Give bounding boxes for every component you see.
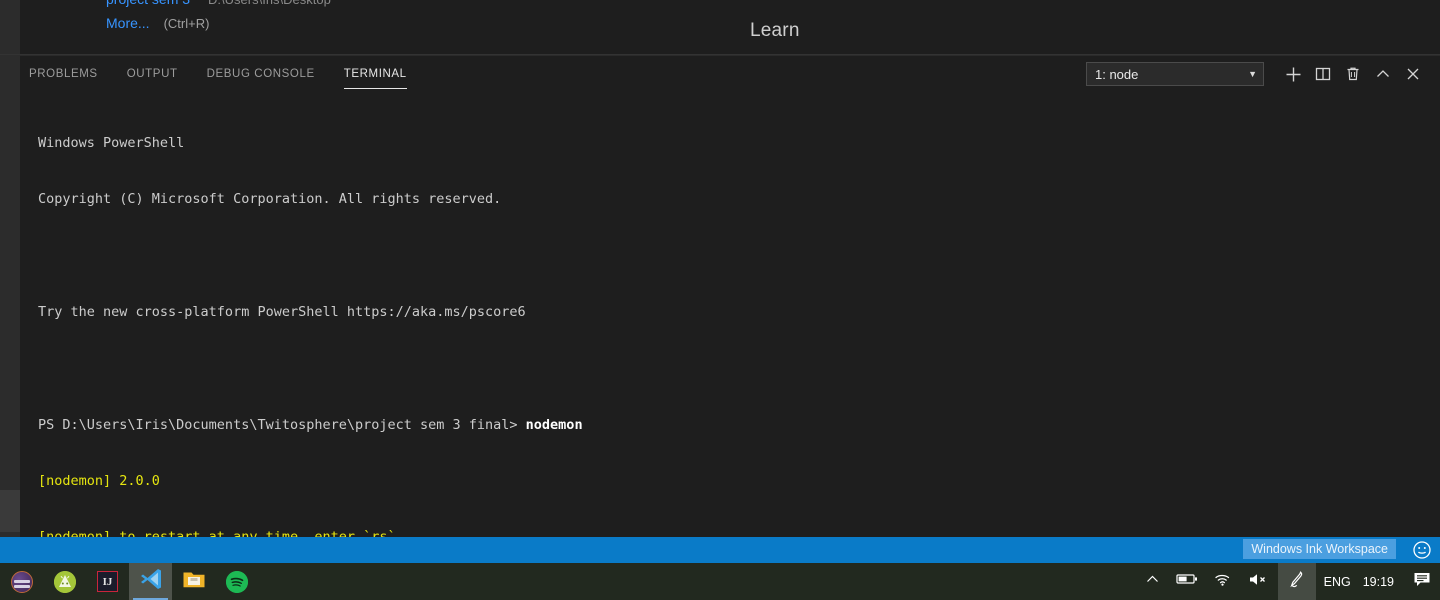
wifi-icon	[1214, 572, 1232, 592]
windows-ink-workspace-button[interactable]	[1277, 563, 1316, 600]
terminal-selector-dropdown[interactable]: 1: node ▼	[1086, 62, 1264, 86]
clock[interactable]: 19:19	[1359, 575, 1404, 589]
battery-icon	[1176, 572, 1198, 591]
panel-header: PROBLEMS OUTPUT DEBUG CONSOLE TERMINAL 1…	[20, 56, 1440, 92]
terminal-prompt: PS D:\Users\Iris\Documents\Twitosphere\p…	[38, 416, 526, 433]
terminal-command: nodemon	[525, 416, 583, 433]
split-terminal-button[interactable]	[1308, 61, 1338, 87]
android-studio-icon	[53, 570, 76, 593]
activity-bar[interactable]	[0, 0, 20, 537]
status-bar: Windows Ink Workspace	[0, 537, 1440, 563]
desktop-screen: project sem 3 D:\Users\Iris\Desktop More.…	[0, 0, 1440, 600]
kill-terminal-button[interactable]	[1338, 61, 1368, 87]
close-panel-button[interactable]	[1398, 61, 1428, 87]
editor-scrollbar-thumb[interactable]	[0, 490, 20, 532]
plus-icon	[1285, 66, 1302, 83]
terminal-line: [nodemon] 2.0.0	[38, 472, 1440, 491]
close-icon	[1405, 66, 1421, 82]
taskbar-apps: IJ	[0, 563, 258, 600]
taskbar-item-file-explorer[interactable]	[172, 563, 215, 600]
learn-heading: Learn	[750, 20, 800, 41]
taskbar-item-spotify[interactable]	[215, 563, 258, 600]
more-shortcut: (Ctrl+R)	[163, 16, 210, 31]
terminal-selector-value: 1: node	[1095, 66, 1139, 82]
chevron-down-icon: ▼	[1248, 69, 1257, 79]
panel-tab-list: PROBLEMS OUTPUT DEBUG CONSOLE TERMINAL	[20, 56, 427, 92]
taskbar-item-vscode[interactable]	[129, 563, 172, 600]
tab-debug-console[interactable]: DEBUG CONSOLE	[198, 57, 324, 91]
new-terminal-button[interactable]	[1278, 61, 1308, 87]
chevron-up-icon	[1375, 66, 1391, 82]
maximize-panel-button[interactable]	[1368, 61, 1398, 87]
more-label: More...	[106, 15, 150, 31]
smiley-feedback-icon[interactable]	[1412, 540, 1432, 560]
taskbar-item-android-studio[interactable]	[43, 563, 86, 600]
volume-button[interactable]	[1240, 563, 1278, 600]
ink-workspace-tooltip: Windows Ink Workspace	[1243, 539, 1396, 559]
trash-icon	[1345, 66, 1361, 82]
panel-actions: 1: node ▼	[1086, 56, 1428, 92]
tab-terminal[interactable]: TERMINAL	[335, 57, 416, 91]
terminal-line: Windows PowerShell	[38, 134, 1440, 153]
terminal-output[interactable]: Windows PowerShell Copyright (C) Microso…	[38, 96, 1440, 538]
pen-ink-icon	[1288, 570, 1306, 594]
show-hidden-icons-button[interactable]	[1137, 563, 1168, 600]
terminal-text: Try the new cross-platform PowerShell ht…	[38, 303, 526, 320]
recent-project-entry[interactable]: project sem 3 D:\Users\Iris\Desktop	[106, 0, 331, 7]
vscode-icon	[139, 567, 163, 596]
editor-welcome-page: project sem 3 D:\Users\Iris\Desktop More.…	[20, 0, 1440, 50]
notifications-icon	[1412, 570, 1432, 593]
terminal-text: [nodemon] 2.0.0	[38, 472, 160, 489]
recent-project-path: D:\Users\Iris\Desktop	[208, 0, 331, 7]
taskbar-item-circle-app[interactable]	[0, 563, 43, 600]
jetbrains-icon: IJ	[97, 571, 118, 592]
split-editor-icon	[1315, 66, 1331, 82]
tab-problems[interactable]: PROBLEMS	[20, 57, 107, 91]
windows-taskbar: IJ ENG 19:19	[0, 563, 1440, 600]
terminal-line: Copyright (C) Microsoft Corporation. All…	[38, 190, 1440, 209]
speaker-muted-icon	[1248, 572, 1270, 592]
action-center-button[interactable]	[1404, 563, 1440, 600]
bottom-panel: PROBLEMS OUTPUT DEBUG CONSOLE TERMINAL 1…	[20, 55, 1440, 538]
terminal-text: Windows PowerShell	[38, 134, 185, 151]
terminal-text: Copyright (C) Microsoft Corporation. All…	[38, 190, 502, 207]
language-indicator[interactable]: ENG	[1316, 575, 1359, 589]
battery-button[interactable]	[1168, 563, 1206, 600]
folder-icon	[182, 568, 206, 595]
taskbar-item-jetbrains[interactable]: IJ	[86, 563, 129, 600]
spotify-icon	[225, 570, 248, 593]
chevron-up-icon	[1145, 572, 1160, 592]
terminal-line: Try the new cross-platform PowerShell ht…	[38, 303, 1440, 322]
network-button[interactable]	[1206, 563, 1240, 600]
tab-output[interactable]: OUTPUT	[118, 57, 187, 91]
purple-circle-icon	[10, 570, 33, 593]
recent-project-name: project sem 3	[106, 0, 190, 7]
terminal-prompt-line: PS D:\Users\Iris\Documents\Twitosphere\p…	[38, 416, 1440, 435]
system-tray: ENG 19:19	[1137, 563, 1440, 600]
recent-more-link[interactable]: More... (Ctrl+R)	[106, 15, 209, 31]
